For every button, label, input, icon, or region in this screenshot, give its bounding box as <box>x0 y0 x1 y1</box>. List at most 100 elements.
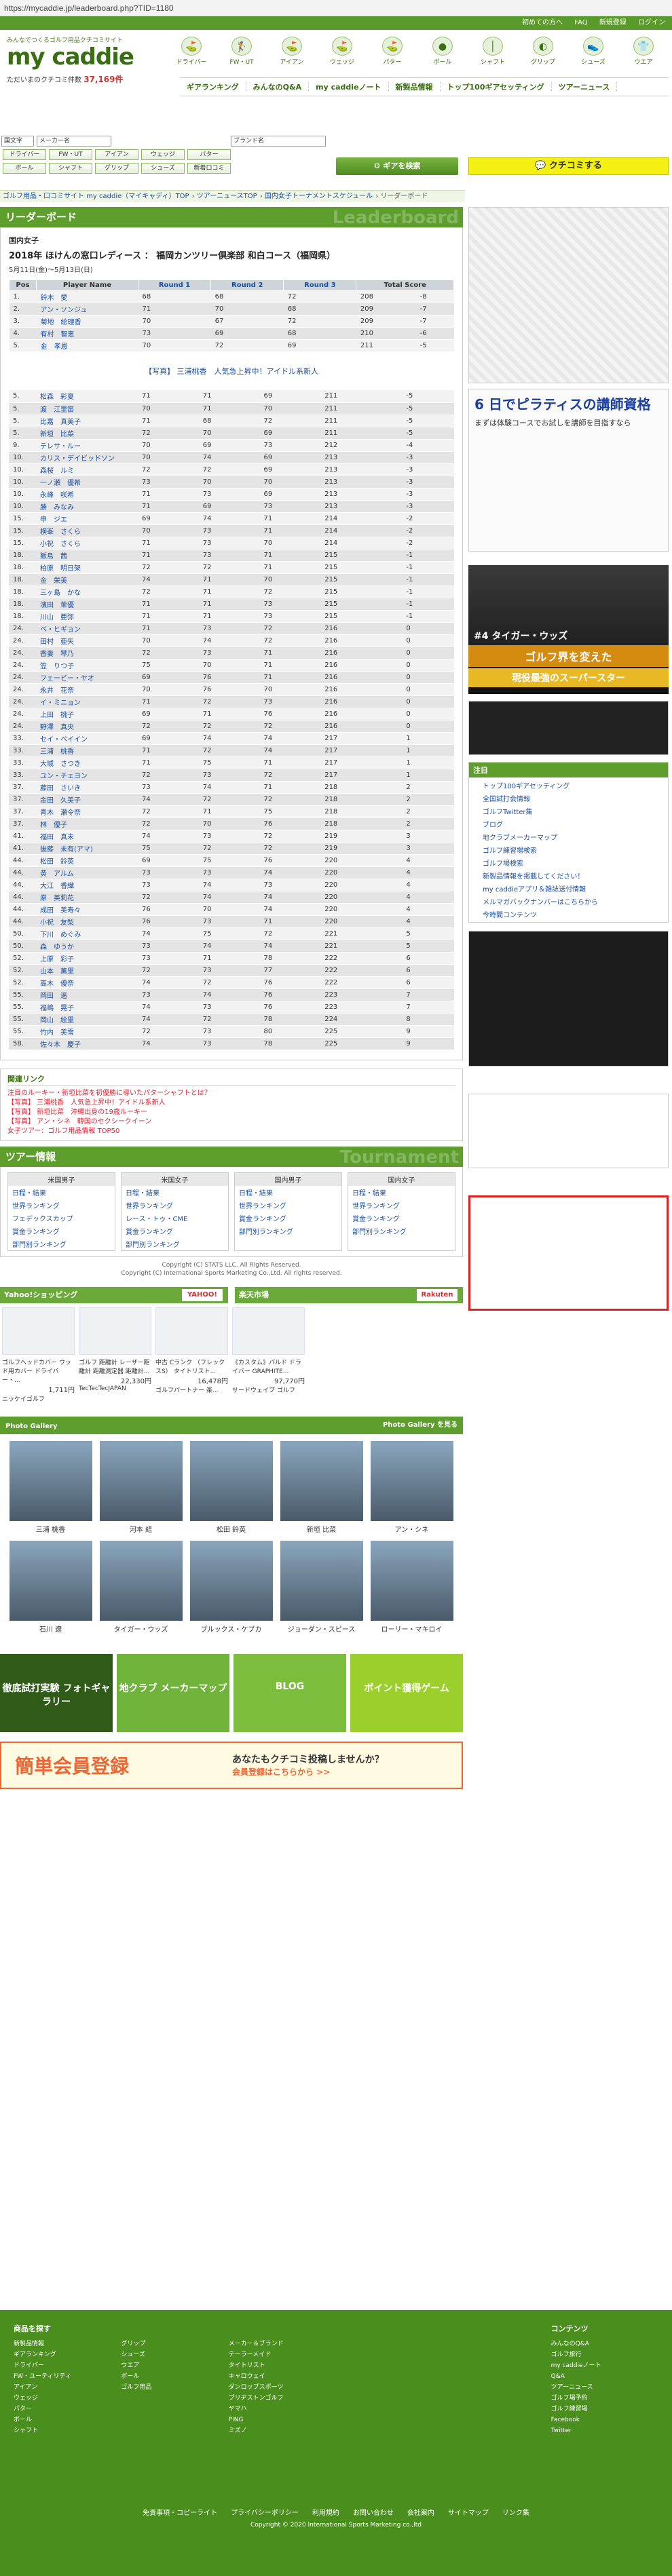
player-photo[interactable] <box>280 1440 363 1521</box>
footer-link[interactable]: ウエア <box>121 2360 228 2371</box>
player-name[interactable]: 濱田 茉優 <box>36 598 138 611</box>
attention-link[interactable]: トップ100ギアセッティング <box>476 779 661 792</box>
player-name[interactable]: 森桜 ルミ <box>36 463 138 476</box>
tour-link[interactable]: 部門別ランキング <box>8 1237 115 1250</box>
player-name[interactable]: 有村 智恵 <box>36 327 138 340</box>
player-name[interactable]: 後藤 未有(アマ) <box>36 842 138 855</box>
player-name[interactable]: 成田 美寿々 <box>36 903 138 916</box>
brand-select[interactable]: ブランド名 <box>231 136 326 147</box>
player-name[interactable]: 大城 さつき <box>36 756 138 769</box>
tour-link[interactable]: 部門別ランキング <box>235 1225 341 1237</box>
footer-link[interactable]: パター <box>14 2404 121 2415</box>
category-7[interactable]: ◐ グリップ <box>518 35 568 69</box>
product-image[interactable] <box>232 1307 305 1355</box>
player-name[interactable]: 竹内 美雪 <box>36 1025 138 1038</box>
player-photo[interactable] <box>370 1440 453 1521</box>
related-link[interactable]: 注目のルーキー・新垣比菜を初優勝に導いたパターシャフトとは？ <box>7 1089 455 1098</box>
category-0[interactable]: ⛳ ドライバー <box>166 35 217 69</box>
login-link[interactable]: ログイン <box>638 19 665 26</box>
footer-link[interactable]: FW・ユーティリティ <box>14 2371 121 2382</box>
banner-ad-2[interactable] <box>468 931 669 1066</box>
search-chip[interactable]: アイアン <box>95 149 138 160</box>
attention-link[interactable]: メルマガバックナンバーはこちらから <box>476 895 661 908</box>
player-name[interactable]: 野澤 真央 <box>36 720 138 733</box>
tour-link[interactable]: レース・トゥ・CME <box>122 1212 228 1225</box>
pilates-ad-2[interactable] <box>468 1195 669 1311</box>
player-name[interactable]: 新垣 比菜 <box>36 427 138 440</box>
footer-link[interactable]: ウェッジ <box>14 2393 121 2404</box>
footer-link[interactable]: ボール <box>14 2415 121 2425</box>
footer-bottom-link[interactable]: プライバシーポリシー <box>231 2510 299 2517</box>
footer-link[interactable]: シャフト <box>14 2425 121 2436</box>
footer-link[interactable]: my caddieノート <box>551 2360 658 2371</box>
tour-link[interactable]: 賞金ランキング <box>235 1212 341 1225</box>
yahoo-logo[interactable]: YAHOO! <box>182 1288 223 1301</box>
footer-link[interactable]: メーカー＆ブランド <box>229 2339 336 2349</box>
player-name[interactable]: セイ・ペイイン <box>36 732 138 745</box>
tour-link[interactable]: 世界ランキング <box>348 1199 455 1212</box>
player-name[interactable]: 林 優子 <box>36 818 138 830</box>
player-name[interactable]: 松田 鈴英 <box>36 854 138 867</box>
search-chip[interactable]: シャフト <box>49 163 92 174</box>
footer-link[interactable]: ゴルフ用品 <box>121 2382 228 2393</box>
search-chip[interactable]: シューズ <box>141 163 185 174</box>
tour-link[interactable]: 世界ランキング <box>122 1199 228 1212</box>
player-name[interactable]: 川山 亜弥 <box>36 610 138 623</box>
search-chip[interactable]: FW・UT <box>49 149 92 160</box>
breadcrumb-schedule[interactable]: 国内女子トーナメントスケジュール <box>265 193 373 200</box>
footer-link[interactable]: ゴルフ場予約 <box>551 2393 658 2404</box>
tour-link[interactable]: 日程・結果 <box>8 1186 115 1199</box>
photo-gallery-banner[interactable]: 徹底試打実験 フォトギャラリー <box>0 1653 113 1732</box>
player-name[interactable]: フェービー・ヤオ <box>36 671 138 684</box>
related-link[interactable]: 【写真】 三浦桃香 人気急上昇中！アイドル系新人 <box>7 1098 455 1108</box>
product-name[interactable]: ゴルフヘッドカバー ウッド用カバー ドライバー・... <box>2 1358 75 1384</box>
comic-ad[interactable] <box>468 207 669 383</box>
player-photo[interactable] <box>370 1540 453 1621</box>
register-banner[interactable]: 簡単会員登録 あなたもクチコミ投稿しませんか？ 会員登録はこちらから >> <box>0 1741 463 1789</box>
subnav-item[interactable]: トップ100ギアセッティング <box>441 81 552 92</box>
product-name[interactable]: ゴルフ 距離計 レーザー距離計 距離測定器 距離計... <box>79 1358 151 1375</box>
player-name[interactable]: 上原 彩子 <box>36 952 138 965</box>
tour-link[interactable]: 部門別ランキング <box>348 1225 455 1237</box>
footer-link[interactable]: ミズノ <box>229 2425 336 2436</box>
footer-link[interactable]: Q&A <box>551 2371 658 2382</box>
player-name[interactable]: 福嶋 晃子 <box>36 1001 138 1014</box>
maker-map-banner[interactable]: 地クラブ メーカーマップ <box>117 1653 229 1732</box>
player-name[interactable]: 上田 桃子 <box>36 708 138 720</box>
player-name[interactable]: 下川 めぐみ <box>36 927 138 940</box>
player-name[interactable]: 永井 花奈 <box>36 683 138 696</box>
player-name[interactable]: カリス・デイビッドソン <box>36 451 138 464</box>
search-chip[interactable]: ドライバー <box>3 149 46 160</box>
tour-link[interactable]: 世界ランキング <box>8 1199 115 1212</box>
footer-link[interactable]: ギアランキング <box>14 2349 121 2360</box>
footer-link[interactable]: グリップ <box>121 2339 228 2349</box>
player-name[interactable]: 三浦 桃香 <box>36 744 138 757</box>
player-name[interactable]: 飯島 茜 <box>36 549 138 562</box>
search-chip[interactable]: ボール <box>3 163 46 174</box>
player-name[interactable]: 金田 久美子 <box>36 793 138 806</box>
footer-link[interactable]: ゴルフ練習場 <box>551 2404 658 2415</box>
player-photo[interactable] <box>99 1440 183 1521</box>
attention-link[interactable]: 全国試打会情報 <box>476 792 661 805</box>
point-game-banner[interactable]: ポイント獲得ゲーム <box>350 1653 463 1732</box>
footer-bottom-link[interactable]: 会社案内 <box>407 2510 434 2517</box>
gallery-item[interactable]: 松田 鈴英 <box>186 1440 276 1534</box>
tour-link[interactable]: フェデックスカップ <box>8 1212 115 1225</box>
footer-link[interactable]: Facebook <box>551 2415 658 2425</box>
player-name[interactable]: 田村 亜矢 <box>36 634 138 647</box>
product-image[interactable] <box>79 1307 151 1355</box>
player-photo[interactable] <box>9 1440 92 1521</box>
tour-link[interactable]: 賞金ランキング <box>348 1212 455 1225</box>
category-8[interactable]: 👟 シューズ <box>568 35 618 69</box>
browser-url[interactable]: https://mycaddie.jp/leaderboard.php?TID=… <box>0 0 672 16</box>
footer-link[interactable]: アイアン <box>14 2382 121 2393</box>
product-item[interactable]: ゴルフ 距離計 レーザー距離計 距離測定器 距離計... 22,330円 TecTe… <box>77 1307 153 1403</box>
footer-bottom-link[interactable]: サイトマップ <box>448 2510 489 2517</box>
maker-select[interactable]: メーカー名 <box>37 136 111 147</box>
attention-link[interactable]: ゴルフ練習場検索 <box>476 843 661 856</box>
gallery-item[interactable]: 三浦 桃香 <box>5 1440 96 1534</box>
player-name[interactable]: 横峯 さくら <box>36 524 138 537</box>
breadcrumb-tour[interactable]: ツアーニュースTOP <box>197 193 257 200</box>
category-5[interactable]: ● ボール <box>417 35 468 69</box>
footer-bottom-link[interactable]: お問い合わせ <box>353 2510 394 2517</box>
